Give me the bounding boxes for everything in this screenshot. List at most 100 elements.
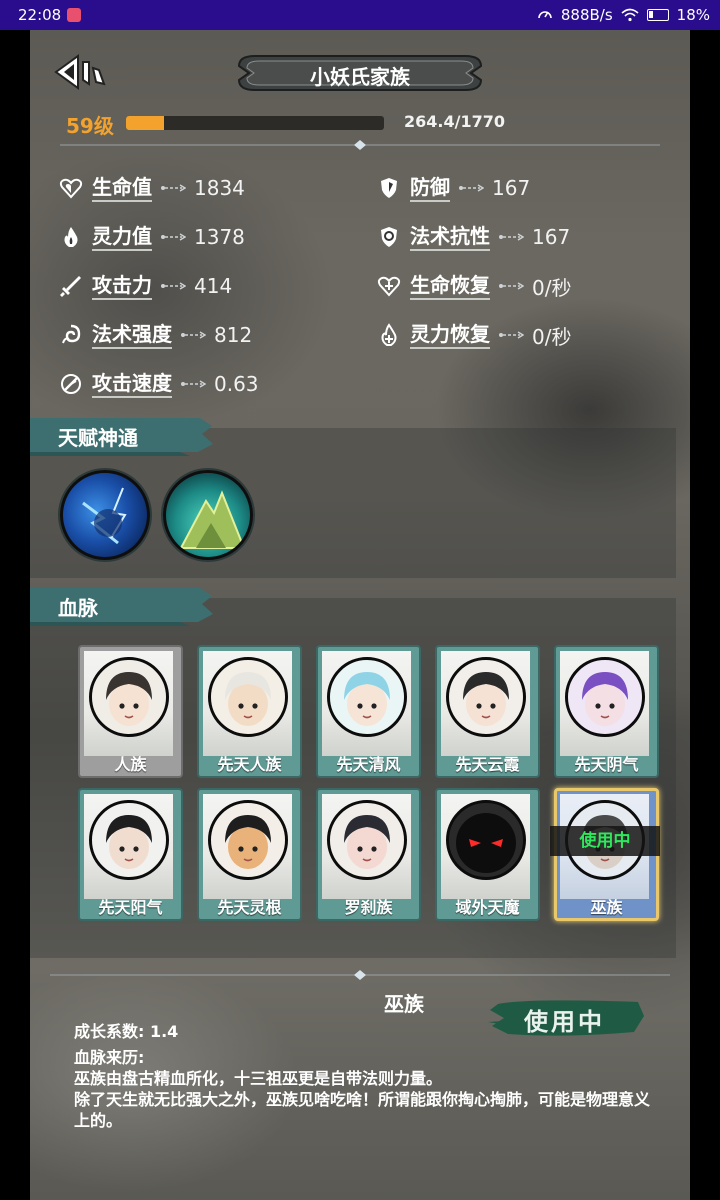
origin-description: 巫族由盘古精血所化，十三祖巫更是自带法则力量。 除了天生就无比强大之外，巫族见啥… [74,1068,654,1131]
stat-label[interactable]: 防御 [410,175,450,202]
talent-section-title: 天赋神通 [58,426,138,450]
status-time: 22:08 [18,6,62,24]
back-arrow-icon [54,54,106,90]
title-plate: 小妖氏家族 [235,52,485,94]
detail-title: 巫族 [384,992,424,1016]
stat-arrow-icon [161,184,186,192]
sword-icon [58,273,84,299]
level-label: 59级 [66,114,114,138]
stat-value: 1378 [194,225,245,249]
stat-mana[interactable]: 灵力值 1378 [58,219,245,255]
bloodline-portrait [446,657,526,737]
origin-line-2: 除了天生就无比强大之外，巫族见啥吃啥！所谓能跟你掏心掏肺，可能是物理意义上的。 [74,1090,651,1130]
flame-icon [58,224,84,250]
bloodline-portrait [208,657,288,737]
bloodline-portrait [446,800,526,880]
bloodline-card[interactable]: 先天云霞 [435,645,540,778]
bloodline-name: 巫族 [590,898,623,917]
bloodline-portrait [89,800,169,880]
flame-regen-icon [376,322,402,348]
stat-label[interactable]: 攻击力 [92,273,152,300]
heart-regen-icon [376,273,402,299]
mountain-talent-icon[interactable] [163,470,253,560]
xp-value: 264.4/1770 [404,112,505,131]
origin-label: 血脉来历: [74,1048,145,1067]
xp-progress-bar [126,116,384,130]
bloodline-portrait [565,657,645,737]
divider-top [60,140,660,150]
stat-value: 812 [214,323,253,347]
stat-arrow-icon [499,233,524,241]
stat-arrow-icon [499,331,524,339]
bloodline-name: 先天人族 [217,755,282,774]
stat-spell_power[interactable]: 法术强度 812 [58,317,252,353]
bloodline-name: 先天阴气 [574,755,639,774]
stat-attack[interactable]: 攻击力 414 [58,268,232,304]
bloodline-name: 罗刹族 [344,898,393,917]
header: 小妖氏家族 [30,50,690,110]
bloodline-card[interactable]: 人族 [78,645,183,778]
stat-value: 0.63 [214,372,259,396]
stat-attack_speed[interactable]: 攻击速度 0.63 [58,366,259,402]
bloodline-card[interactable]: 巫族 使用中 [550,788,660,921]
stat-hp[interactable]: 生命值 1834 [58,170,245,206]
bloodline-name: 域外天魔 [455,898,520,917]
stat-magic_resist[interactable]: 法术抗性 167 [376,219,570,255]
heart-icon [58,175,84,201]
spell-swirl-icon [58,322,84,348]
stat-value: 167 [492,176,531,200]
shield-icon [376,175,402,201]
bloodline-section-title: 血脉 [58,596,98,620]
bloodline-portrait [327,657,407,737]
stat-arrow-icon [181,380,206,388]
status-bar: 22:08 888B/s 18% [0,0,720,30]
stat-value: 167 [532,225,571,249]
bloodline-card[interactable]: 先天阳气 [78,788,183,921]
stat-arrow-icon [499,282,524,290]
stat-label[interactable]: 生命值 [92,175,152,202]
bloodline-card[interactable]: 先天灵根 [197,788,302,921]
bloodline-card[interactable]: 域外天魔 [435,788,540,921]
stat-label[interactable]: 法术强度 [92,322,172,349]
bloodline-card[interactable]: 先天清风 [316,645,421,778]
origin-line-1: 巫族由盘古精血所化，十三祖巫更是自带法则力量。 [74,1069,443,1088]
battery-percent: 18% [676,6,710,24]
stat-label[interactable]: 法术抗性 [410,224,490,251]
page-title: 小妖氏家族 [310,65,410,89]
lightning-talent-icon[interactable] [60,470,150,560]
bloodline-card[interactable]: 先天人族 [197,645,302,778]
in-use-badge: 使用中 [488,996,648,1040]
stat-label[interactable]: 攻击速度 [92,371,172,398]
bloodline-portrait [89,657,169,737]
app-notification-icon [67,8,82,22]
bloodline-name: 人族 [114,755,147,774]
divider-bottom [50,970,670,980]
stat-defense[interactable]: 防御 167 [376,170,530,206]
back-button[interactable] [52,52,112,92]
stat-label[interactable]: 生命恢复 [410,273,490,300]
bloodline-portrait [327,800,407,880]
stat-value: 414 [194,274,233,298]
stat-arrow-icon [459,184,484,192]
stat-mana_regen[interactable]: 灵力恢复 0/秒 [376,317,571,353]
bloodline-card[interactable]: 罗刹族 [316,788,421,921]
stat-arrow-icon [181,331,206,339]
stat-label[interactable]: 灵力恢复 [410,322,490,349]
wifi-icon [621,8,639,22]
stat-value: 1834 [194,176,245,200]
bloodline-card[interactable]: 先天阴气 [554,645,659,778]
in-use-badge-text: 使用中 [524,1007,605,1036]
speed-icon [58,371,84,397]
level-row: 59级 264.4/1770 [66,110,666,140]
character-panel: 小妖氏家族 59级 264.4/1770 生命值 1834 防御 167 灵力值 1378… [30,30,690,1200]
stat-hp_regen[interactable]: 生命恢复 0/秒 [376,268,571,304]
bloodline-name: 先天云霞 [455,755,520,774]
stat-value: 0/秒 [532,324,572,349]
growth-factor: 成长系数: 1.4 [74,1022,179,1041]
stat-value: 0/秒 [532,275,572,300]
bloodline-name: 先天灵根 [217,898,282,917]
stat-arrow-icon [161,282,186,290]
status-right: 888B/s 18% [537,6,710,24]
stat-label[interactable]: 灵力值 [92,224,152,251]
talent-section-tab: 天赋神通 [30,414,215,456]
